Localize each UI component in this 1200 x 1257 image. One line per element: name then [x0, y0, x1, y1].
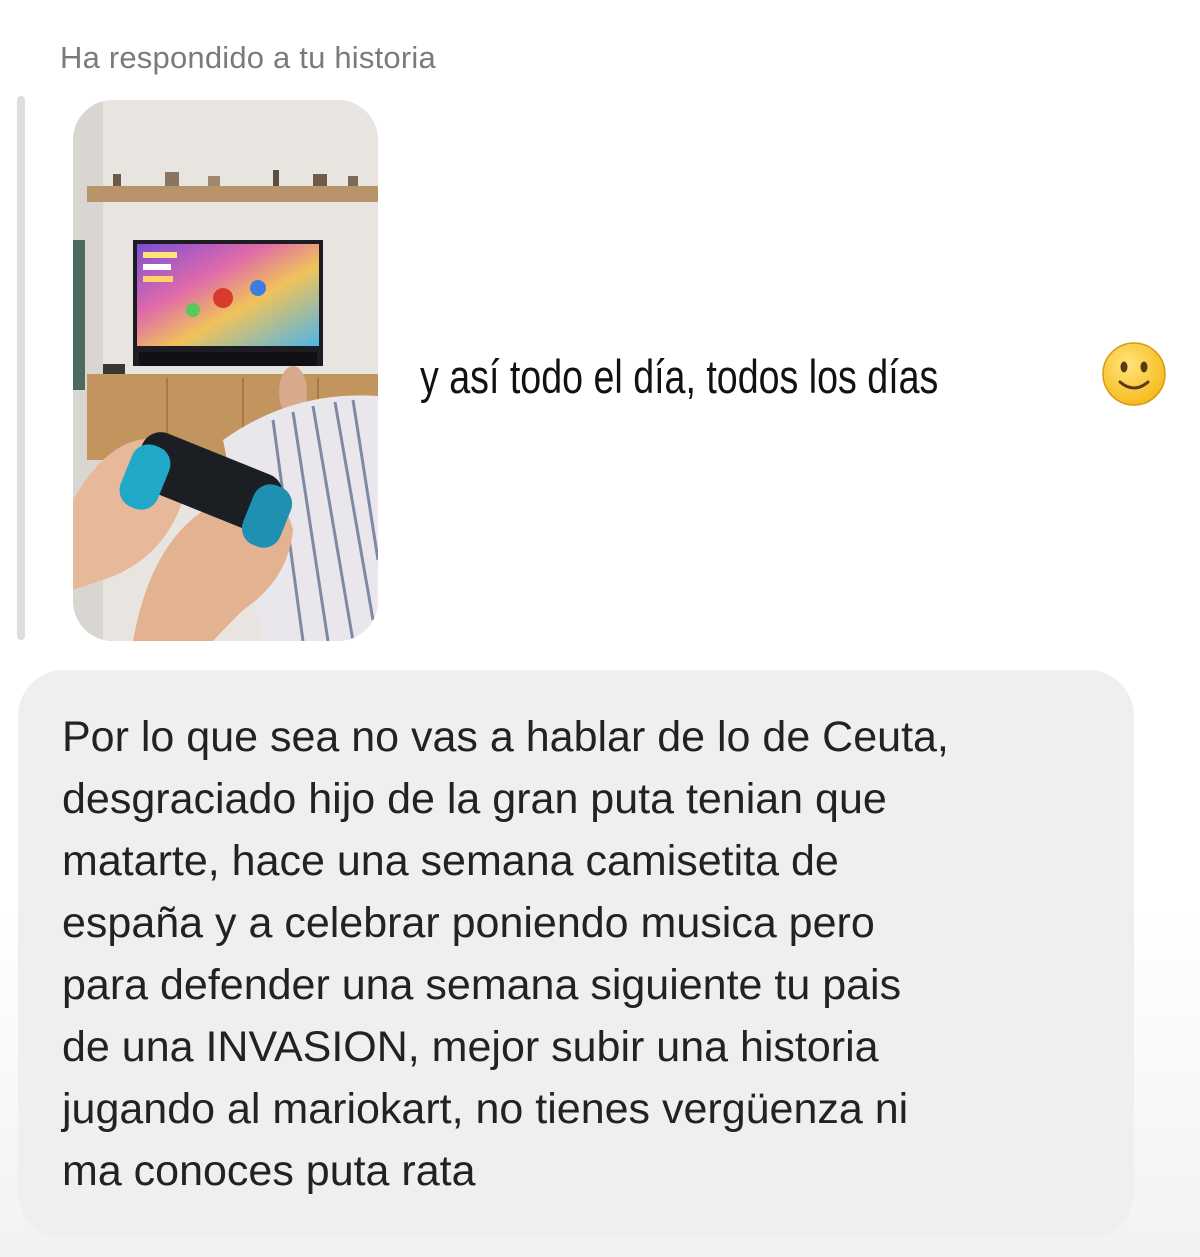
story-thumbnail[interactable]	[73, 100, 378, 641]
message-line: de una INVASION, mejor subir una histori…	[62, 1023, 879, 1071]
message-line: para defender una semana siguiente tu pa…	[62, 961, 902, 1009]
message-line: Por lo que sea no vas a hablar de lo de …	[62, 713, 949, 761]
story-reply-label: Ha respondido a tu historia	[60, 40, 436, 75]
message-line: jugando al mariokart, no tienes vergüenz…	[62, 1085, 909, 1133]
message-line: ma conoces puta rata	[62, 1147, 476, 1195]
message-line: desgraciado hijo de la gran puta tenian …	[62, 775, 887, 823]
message-line: españa y a celebrar poniendo musica pero	[62, 899, 875, 947]
story-caption: y así todo el día, todos los días	[420, 349, 939, 403]
reply-indicator-bar	[17, 96, 25, 640]
story-photo	[73, 100, 378, 641]
message-line: matarte, hace una semana camisetita de	[62, 837, 839, 885]
slightly-smiling-face-icon	[1102, 342, 1166, 406]
message-bubble[interactable]: Por lo que sea no vas a hablar de lo de …	[18, 670, 1134, 1238]
story-reply-screen: Ha respondido a tu historia y así todo e…	[0, 0, 1200, 1257]
